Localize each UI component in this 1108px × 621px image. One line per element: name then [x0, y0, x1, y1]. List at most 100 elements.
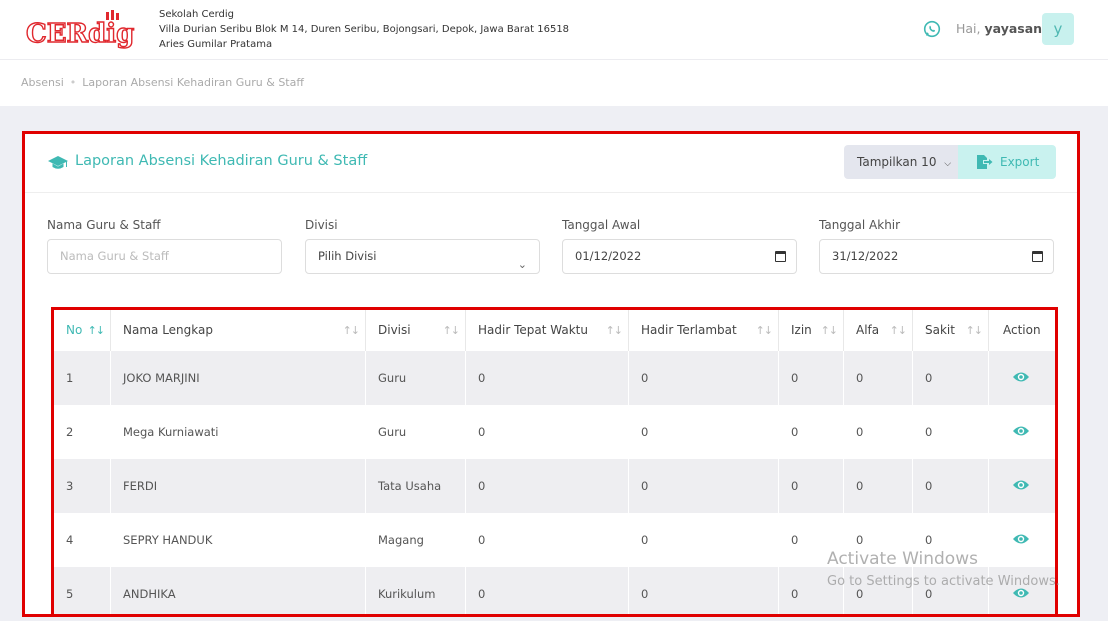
school-info: Sekolah Cerdig Villa Durian Seribu Blok …: [159, 7, 569, 52]
column-header-action: Action: [1003, 323, 1041, 337]
column-header-no[interactable]: No ↑↓: [54, 310, 111, 351]
cell-absent: 0: [844, 351, 913, 405]
division-select-value: Pilih Divisi: [318, 249, 377, 263]
table-row: 2 Mega Kurniawati Guru 0 0 0 0 0: [54, 405, 1055, 459]
breadcrumb-current: Laporan Absensi Kehadiran Guru & Staff: [82, 76, 304, 89]
cell-division: Tata Usaha: [366, 459, 466, 513]
sort-icon: ↑↓: [889, 324, 907, 337]
end-date-label: Tanggal Akhir: [819, 218, 901, 232]
view-eye-icon[interactable]: [1012, 370, 1030, 384]
cell-on-time: 0: [466, 567, 629, 614]
view-eye-icon[interactable]: [1012, 424, 1030, 438]
cell-late: 0: [629, 567, 779, 614]
svg-text:CERdig: CERdig: [26, 19, 134, 49]
sort-icon: ↑↓: [442, 324, 460, 337]
name-filter-label: Nama Guru & Staff: [47, 218, 161, 232]
division-filter-label: Divisi: [305, 218, 338, 232]
sort-icon: ↑↓: [820, 324, 838, 337]
division-select[interactable]: Pilih Divisi ⌄: [305, 239, 540, 274]
cell-no: 1: [54, 351, 111, 405]
column-header-name[interactable]: Nama Lengkap ↑↓: [111, 310, 366, 351]
cell-absent: 0: [844, 459, 913, 513]
show-entries-dropdown[interactable]: Tampilkan 10 ⌵: [844, 145, 958, 179]
cell-name: FERDI: [111, 459, 366, 513]
view-eye-icon[interactable]: [1012, 478, 1030, 492]
chevron-down-icon: ⌵: [944, 159, 952, 169]
sort-icon: ↑↓: [87, 324, 105, 337]
cell-name: ANDHIKA: [111, 567, 366, 614]
cell-late: 0: [629, 351, 779, 405]
greeting: Hai, yayasan: [956, 21, 1043, 36]
cell-name: JOKO MARJINI: [111, 351, 366, 405]
name-filter-input[interactable]: Nama Guru & Staff: [47, 239, 282, 274]
sort-icon: ↑↓: [342, 324, 360, 337]
view-eye-icon[interactable]: [1012, 532, 1030, 546]
cell-sick: 0: [913, 405, 989, 459]
card-header: Laporan Absensi Kehadiran Guru & Staff T…: [25, 134, 1077, 193]
sort-icon: ↑↓: [965, 324, 983, 337]
cell-on-time: 0: [466, 513, 629, 567]
cell-permission: 0: [779, 459, 844, 513]
cell-name: SEPRY HANDUK: [111, 513, 366, 567]
start-date-label: Tanggal Awal: [562, 218, 641, 232]
cell-late: 0: [629, 513, 779, 567]
breadcrumb-parent[interactable]: Absensi: [21, 76, 64, 89]
principal-name: Aries Gumilar Pratama: [159, 39, 273, 50]
calendar-icon[interactable]: [775, 251, 786, 262]
cell-absent: 0: [844, 405, 913, 459]
column-header-permission[interactable]: Izin ↑↓: [779, 310, 844, 351]
file-export-icon: [977, 155, 993, 169]
sort-icon: ↑↓: [755, 324, 773, 337]
sort-icon: ↑↓: [605, 324, 623, 337]
cell-division: Guru: [366, 405, 466, 459]
cell-division: Guru: [366, 351, 466, 405]
avatar[interactable]: y: [1042, 13, 1074, 45]
cell-division: Kurikulum: [366, 567, 466, 614]
export-button[interactable]: Export: [958, 145, 1056, 179]
cell-division: Magang: [366, 513, 466, 567]
graduation-cap-icon: [48, 156, 68, 169]
cell-on-time: 0: [466, 405, 629, 459]
end-date-value: 31/12/2022: [832, 249, 899, 263]
cell-on-time: 0: [466, 351, 629, 405]
cell-no: 2: [54, 405, 111, 459]
column-header-absent[interactable]: Alfa ↑↓: [844, 310, 913, 351]
cell-no: 4: [54, 513, 111, 567]
cell-permission: 0: [779, 351, 844, 405]
school-address: Villa Durian Seribu Blok M 14, Duren Ser…: [159, 24, 570, 35]
start-date-value: 01/12/2022: [575, 249, 642, 263]
export-label: Export: [1000, 155, 1040, 169]
top-header: CERdig Sekolah Cerdig Villa Durian Serib…: [0, 0, 1108, 60]
column-header-late[interactable]: Hadir Terlambat ↑↓: [629, 310, 779, 351]
breadcrumb-separator: •: [69, 76, 77, 89]
show-entries-label: Tampilkan 10: [857, 155, 937, 169]
cell-sick: 0: [913, 351, 989, 405]
cell-permission: 0: [779, 405, 844, 459]
table-row: 3 FERDI Tata Usaha 0 0 0 0 0: [54, 459, 1055, 513]
username[interactable]: yayasan: [985, 21, 1043, 36]
cell-no: 5: [54, 567, 111, 614]
cell-name: Mega Kurniawati: [111, 405, 366, 459]
breadcrumb: Absensi • Laporan Absensi Kehadiran Guru &…: [21, 76, 304, 89]
report-card: Laporan Absensi Kehadiran Guru & Staff T…: [22, 131, 1080, 617]
column-header-division[interactable]: Divisi ↑↓: [366, 310, 466, 351]
end-date-input[interactable]: 31/12/2022: [819, 239, 1054, 274]
cell-no: 3: [54, 459, 111, 513]
whatsapp-icon[interactable]: [923, 20, 941, 38]
chevron-down-icon: ⌄: [517, 258, 527, 271]
page-title: Laporan Absensi Kehadiran Guru & Staff: [75, 153, 368, 169]
table-row: 1 JOKO MARJINI Guru 0 0 0 0 0: [54, 351, 1055, 405]
start-date-input[interactable]: 01/12/2022: [562, 239, 797, 274]
table-header: No ↑↓ Nama Lengkap ↑↓ Divisi ↑↓ Hadir Tepat…: [54, 310, 1055, 351]
cell-sick: 0: [913, 459, 989, 513]
cerdig-logo[interactable]: CERdig: [26, 10, 148, 50]
school-name: Sekolah Cerdig: [159, 9, 235, 20]
windows-watermark-title: Activate Windows: [827, 549, 978, 569]
column-header-sick[interactable]: Sakit ↑↓: [913, 310, 989, 351]
cell-late: 0: [629, 405, 779, 459]
attendance-table: No ↑↓ Nama Lengkap ↑↓ Divisi ↑↓ Hadir Tepat…: [51, 307, 1058, 614]
calendar-icon[interactable]: [1032, 251, 1043, 262]
cell-on-time: 0: [466, 459, 629, 513]
windows-watermark-subtitle: Go to Settings to activate Windows.: [827, 574, 1060, 589]
column-header-on-time[interactable]: Hadir Tepat Waktu ↑↓: [466, 310, 629, 351]
